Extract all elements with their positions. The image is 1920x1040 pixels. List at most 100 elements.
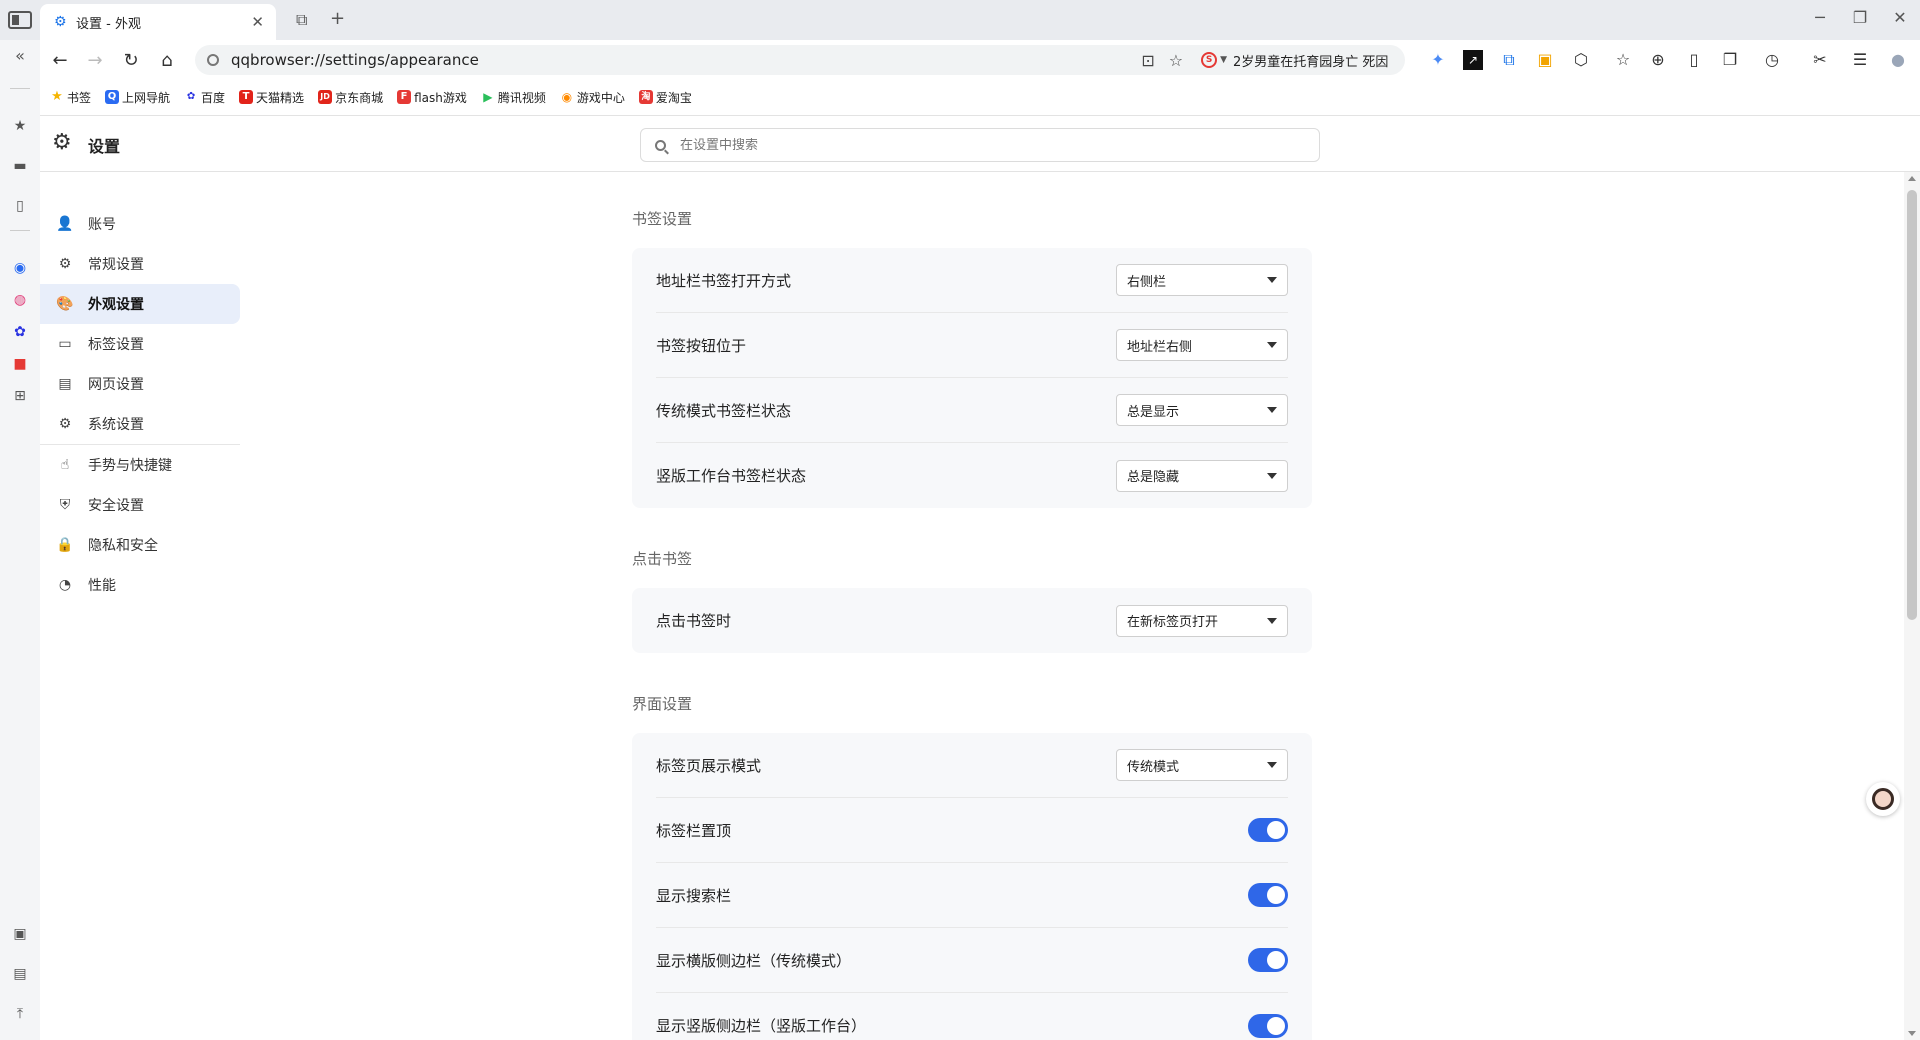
extensions-icon[interactable]: ⬡ (1571, 50, 1591, 70)
star-icon: ★ (51, 89, 63, 104)
collapse-sidebar-icon[interactable]: « (10, 46, 30, 66)
close-window-button[interactable]: ✕ (1885, 8, 1915, 27)
floating-assistant-avatar[interactable] (1866, 782, 1900, 816)
menu-icon[interactable]: ☰ (1850, 50, 1870, 70)
click-bookmark-open-select[interactable]: 在新标签页打开 (1116, 604, 1288, 637)
settings-gear-icon: ⚙ (52, 130, 72, 155)
vertical-bookmark-bar-state-select[interactable]: 总是隐藏 (1116, 459, 1288, 492)
tab-group-icon[interactable]: ⧉ (296, 10, 307, 30)
profile-avatar-icon[interactable]: ● (1888, 50, 1908, 70)
hand-gesture-icon: ☝ (60, 457, 70, 473)
nav-item-system[interactable]: ⚙ 系统设置 (40, 404, 240, 444)
address-bar-bookmark-open-select[interactable]: 右侧栏 (1116, 264, 1288, 296)
settings-search-box[interactable] (640, 128, 1320, 162)
show-vertical-sidebar-toggle[interactable] (1248, 1013, 1288, 1038)
url-text[interactable]: qqbrowser://settings/appearance (231, 51, 1127, 69)
classic-bookmark-bar-state-select[interactable]: 总是显示 (1116, 394, 1288, 426)
add-app-icon[interactable]: ⊞ (10, 386, 30, 406)
bookmark-item[interactable]: ★ 书签 (50, 89, 91, 106)
scrollbar-thumb[interactable] (1907, 190, 1917, 620)
nav-item-gestures[interactable]: ☝ 手势与快捷键 (40, 445, 240, 485)
bookmark-item[interactable]: ◉ 游戏中心 (560, 89, 625, 106)
translate-icon[interactable]: ⧉ (1499, 50, 1519, 70)
tab-close-icon[interactable]: ✕ (251, 13, 264, 31)
news-ticker[interactable]: S ▼ 2岁男童在托育园身亡 死因 (1201, 51, 1393, 70)
scroll-up-arrow-icon[interactable] (1908, 176, 1916, 181)
multi-window-icon[interactable]: ❐ (1720, 50, 1740, 70)
nav-item-webpage[interactable]: ▤ 网页设置 (40, 364, 240, 404)
extension-chart-icon[interactable]: ↗ (1463, 50, 1483, 70)
bookmark-item[interactable]: ✿ 百度 (184, 89, 225, 106)
sidebar-toggle-icon[interactable] (8, 11, 32, 29)
chevron-down-icon (1267, 617, 1277, 624)
news-headline[interactable]: 2岁男童在托育园身亡 死因 (1233, 51, 1393, 70)
bookmark-item[interactable]: T 天猫精选 (239, 89, 304, 106)
scroll-down-arrow-icon[interactable] (1908, 1031, 1916, 1036)
bookmark-item[interactable]: F flash游戏 (397, 89, 467, 106)
setting-label: 标签栏置顶 (656, 821, 732, 840)
back-button[interactable]: ← (47, 48, 73, 74)
screenshot-icon[interactable]: ⊡ (1141, 51, 1154, 70)
nav-item-performance[interactable]: ◔ 性能 (40, 565, 240, 605)
nav-item-general[interactable]: ⚙ 常规设置 (40, 244, 240, 284)
forward-button[interactable]: → (82, 48, 108, 74)
red-app-icon[interactable]: ■ (10, 354, 30, 374)
nav-item-tabs[interactable]: ▭ 标签设置 (40, 324, 240, 364)
bookmark-item[interactable]: Q 上网导航 (105, 89, 170, 106)
address-bar[interactable]: qqbrowser://settings/appearance ⊡ ☆ S ▼ … (195, 45, 1405, 75)
star-icon[interactable]: ★ (10, 116, 30, 136)
bookmark-item[interactable]: ▶ 腾讯视频 (481, 89, 546, 106)
settings-search-input[interactable] (680, 137, 1280, 153)
star-icon[interactable]: ☆ (1169, 51, 1183, 70)
nav-item-privacy[interactable]: 🔒 隐私和安全 (40, 525, 240, 565)
nav-item-account[interactable]: 👤 账号 (40, 204, 240, 244)
qq-nav-icon: Q (105, 90, 120, 104)
ai-assistant-icon[interactable]: ✦ (1428, 50, 1448, 70)
bookmark-star-icon[interactable]: ☆ (1613, 50, 1633, 70)
phone-icon[interactable]: ▯ (10, 196, 30, 216)
setting-row: 竖版工作台书签栏状态 总是隐藏 (656, 443, 1288, 508)
nav-item-label: 性能 (88, 578, 116, 594)
bookmark-label: 书签 (67, 90, 92, 105)
section-title-interface-settings: 界面设置 (632, 695, 693, 713)
show-search-bar-toggle[interactable] (1248, 883, 1288, 907)
bookmark-button-position-select[interactable]: 地址栏右侧 (1116, 329, 1288, 361)
toolbox-icon[interactable]: ▤ (10, 964, 30, 984)
reload-button[interactable]: ↻ (118, 48, 144, 74)
bookmark-label: 上网导航 (122, 90, 171, 105)
download-icon[interactable]: ⊕ (1648, 50, 1668, 70)
nav-item-security[interactable]: ⛨ 安全设置 (40, 485, 240, 525)
chevron-down-icon (1267, 762, 1277, 768)
new-tab-button[interactable]: + (330, 8, 345, 29)
folder-icon[interactable]: ▬ (10, 156, 30, 176)
tab-bar-on-top-toggle[interactable] (1248, 818, 1288, 842)
baidu-paw-icon[interactable]: ✿ (10, 322, 30, 342)
colorful-app-icon[interactable]: ◍ (10, 290, 30, 310)
home-button[interactable]: ⌂ (154, 48, 180, 74)
select-value: 总是隐藏 (1127, 470, 1180, 485)
tab-settings-appearance[interactable]: ⚙ 设置 - 外观 ✕ (40, 4, 276, 40)
system-gears-icon: ⚙ (58, 416, 72, 432)
show-horizontal-sidebar-toggle[interactable] (1248, 948, 1288, 972)
restore-button[interactable]: ❐ (1845, 8, 1875, 27)
media-icon[interactable]: ▣ (10, 924, 30, 944)
sidebar-divider (10, 230, 30, 231)
bookmark-label: 百度 (201, 90, 226, 105)
qq-icon[interactable]: ◉ (10, 258, 30, 278)
tab-display-mode-select[interactable]: 传统模式 (1116, 749, 1288, 781)
pin-top-icon[interactable]: ⤒ (10, 1004, 30, 1024)
phone-icon[interactable]: ▯ (1684, 50, 1704, 70)
setting-row: 显示搜索栏 (656, 863, 1288, 928)
select-value: 在新标签页打开 (1127, 615, 1219, 630)
page-scrollbar[interactable] (1904, 172, 1920, 1040)
minimize-button[interactable]: ─ (1805, 8, 1835, 27)
history-icon[interactable]: ◷ (1762, 50, 1782, 70)
bookmark-item[interactable]: JD 京东商城 (318, 89, 383, 106)
bookmark-item[interactable]: 淘 爱淘宝 (638, 89, 692, 106)
setting-row: 点击书签时 在新标签页打开 (656, 588, 1288, 653)
scissors-icon[interactable]: ✂ (1810, 50, 1830, 70)
setting-label: 地址栏书签打开方式 (656, 271, 792, 290)
chevron-down-icon[interactable]: ▼ (1220, 55, 1227, 65)
nav-item-appearance[interactable]: 🎨 外观设置 (40, 284, 240, 324)
folder-icon[interactable]: ▣ (1535, 50, 1555, 70)
